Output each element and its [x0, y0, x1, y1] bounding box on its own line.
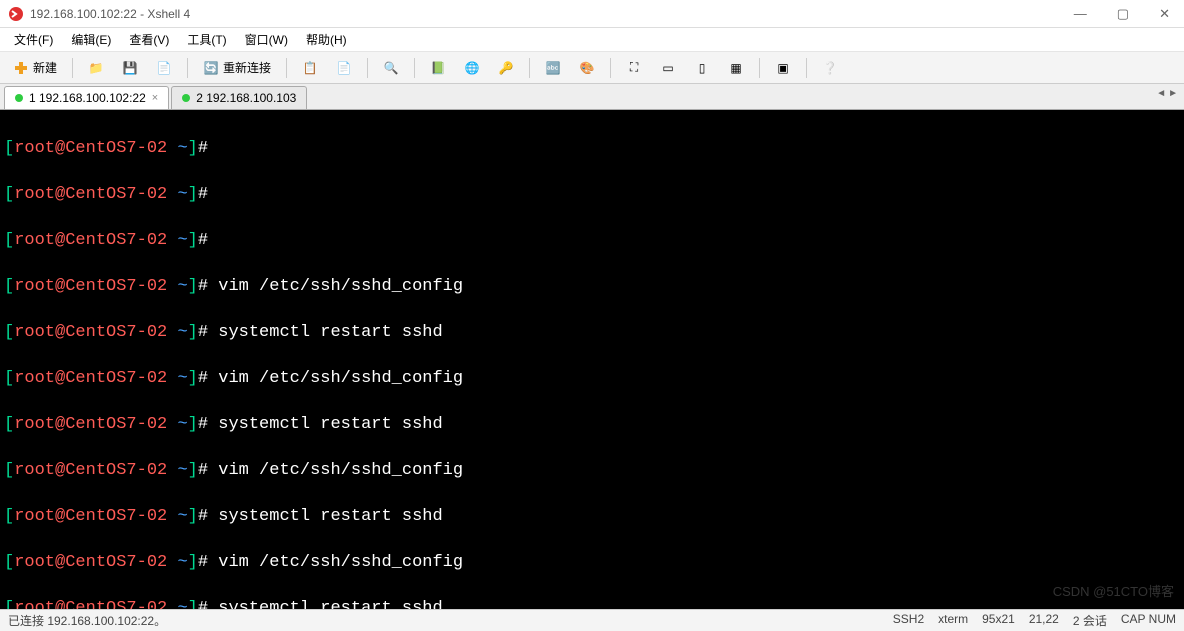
disk-icon: 💾 — [122, 60, 138, 76]
tile-v-icon: ▯ — [694, 60, 710, 76]
tb-term-button[interactable]: ▣ — [768, 57, 798, 79]
status-protocol: SSH2 — [893, 612, 924, 629]
watermark: CSDN @51CTO博客 — [1053, 580, 1174, 603]
paste-icon: 📄 — [336, 60, 352, 76]
tabbar: 1 192.168.100.102:22 × 2 192.168.100.103… — [0, 84, 1184, 110]
grid-icon: ▦ — [728, 60, 744, 76]
properties-button[interactable]: 📄 — [149, 57, 179, 79]
copy-button[interactable]: 📋 — [295, 57, 325, 79]
copy-icon: 📋 — [302, 60, 318, 76]
prompt-user: root@CentOS7-02 — [14, 139, 177, 158]
tb-key-button[interactable]: 🔑 — [491, 57, 521, 79]
prompt-bracket: ] — [188, 139, 198, 158]
toolbar-sep5 — [414, 58, 415, 78]
tile-h-icon: ▭ — [660, 60, 676, 76]
plus-icon — [13, 60, 29, 76]
status-dot-icon — [15, 94, 23, 102]
globe-icon: 🌐 — [464, 60, 480, 76]
window-title: 192.168.100.102:22 - Xshell 4 — [30, 7, 1068, 21]
paste-button[interactable]: 📄 — [329, 57, 359, 79]
tb-globe-button[interactable]: 🌐 — [457, 57, 487, 79]
palette-icon: 🎨 — [579, 60, 595, 76]
help-button[interactable]: ❔ — [815, 57, 845, 79]
tb-fullscreen-button[interactable]: ⛶ — [619, 57, 649, 79]
sheet-icon: 📄 — [156, 60, 172, 76]
toolbar: 新建 📁 💾 📄 🔄 重新连接 📋 📄 🔍 📗 🌐 🔑 🔤 🎨 ⛶ ▭ ▯ ▦ … — [0, 52, 1184, 84]
key-icon: 🔑 — [498, 60, 514, 76]
toolbar-sep8 — [759, 58, 760, 78]
prompt-cwd: ~ — [177, 139, 187, 158]
menu-edit[interactable]: 编辑(E) — [63, 29, 119, 50]
menu-view[interactable]: 查看(V) — [121, 29, 177, 50]
tab-close-icon[interactable]: × — [152, 92, 158, 104]
tab-scroll-right[interactable]: ► — [1168, 88, 1178, 99]
terminal-icon: ▣ — [775, 60, 791, 76]
tab-scroll-left[interactable]: ◄ — [1156, 88, 1166, 99]
find-button[interactable]: 🔍 — [376, 57, 406, 79]
terminal[interactable]: [root@CentOS7-02 ~]# [root@CentOS7-02 ~]… — [0, 110, 1184, 609]
toolbar-sep3 — [286, 58, 287, 78]
tb-book-button[interactable]: 📗 — [423, 57, 453, 79]
status-pos: 21,22 — [1029, 612, 1059, 629]
folder-icon: 📁 — [88, 60, 104, 76]
book-icon: 📗 — [430, 60, 446, 76]
status-size: 95x21 — [982, 612, 1015, 629]
new-button[interactable]: 新建 — [6, 56, 64, 79]
prompt-symbol: # — [198, 139, 208, 158]
tab-session-1[interactable]: 1 192.168.100.102:22 × — [4, 86, 169, 109]
new-button-label: 新建 — [33, 59, 57, 76]
status-connection: 已连接 192.168.100.102:22。 — [8, 612, 893, 629]
tb-tile1-button[interactable]: ▭ — [653, 57, 683, 79]
close-button[interactable]: ✕ — [1153, 4, 1176, 24]
menu-tools[interactable]: 工具(T) — [179, 29, 234, 50]
status-caps: CAP NUM — [1121, 612, 1176, 629]
reconnect-label: 重新连接 — [223, 59, 271, 76]
prompt-bracket: [ — [4, 139, 14, 158]
cmd-systemctl: systemctl restart sshd — [208, 323, 443, 342]
tab-session-2[interactable]: 2 192.168.100.103 — [171, 86, 307, 109]
status-termtype: xterm — [938, 612, 968, 629]
cmd-vim: vim /etc/ssh/sshd_config — [208, 277, 463, 296]
search-icon: 🔍 — [383, 60, 399, 76]
maximize-button[interactable]: ▢ — [1111, 4, 1135, 24]
toolbar-sep7 — [610, 58, 611, 78]
toolbar-sep9 — [806, 58, 807, 78]
menu-window[interactable]: 窗口(W) — [237, 29, 296, 50]
tb-tile2-button[interactable]: ▯ — [687, 57, 717, 79]
font-icon: 🔤 — [545, 60, 561, 76]
toolbar-sep — [72, 58, 73, 78]
titlebar: 192.168.100.102:22 - Xshell 4 — ▢ ✕ — [0, 0, 1184, 28]
menubar: 文件(F) 编辑(E) 查看(V) 工具(T) 窗口(W) 帮助(H) — [0, 28, 1184, 52]
toolbar-sep6 — [529, 58, 530, 78]
tb-color-button[interactable]: 🎨 — [572, 57, 602, 79]
tb-font-button[interactable]: 🔤 — [538, 57, 568, 79]
toolbar-sep4 — [367, 58, 368, 78]
minimize-button[interactable]: — — [1068, 4, 1093, 24]
menu-file[interactable]: 文件(F) — [6, 29, 61, 50]
tab-label: 1 192.168.100.102:22 — [29, 91, 146, 105]
statusbar: 已连接 192.168.100.102:22。 SSH2 xterm 95x21… — [0, 609, 1184, 631]
help-icon: ❔ — [822, 60, 838, 76]
tab-label: 2 192.168.100.103 — [196, 91, 296, 105]
app-icon — [8, 6, 24, 22]
expand-icon: ⛶ — [626, 60, 642, 76]
tb-grid-button[interactable]: ▦ — [721, 57, 751, 79]
status-sessions: 2 会话 — [1073, 612, 1107, 629]
save-button[interactable]: 💾 — [115, 57, 145, 79]
toolbar-sep2 — [187, 58, 188, 78]
reconnect-button[interactable]: 🔄 重新连接 — [196, 56, 278, 79]
status-dot-icon — [182, 94, 190, 102]
reconnect-icon: 🔄 — [203, 60, 219, 76]
menu-help[interactable]: 帮助(H) — [298, 29, 355, 50]
open-button[interactable]: 📁 — [81, 57, 111, 79]
